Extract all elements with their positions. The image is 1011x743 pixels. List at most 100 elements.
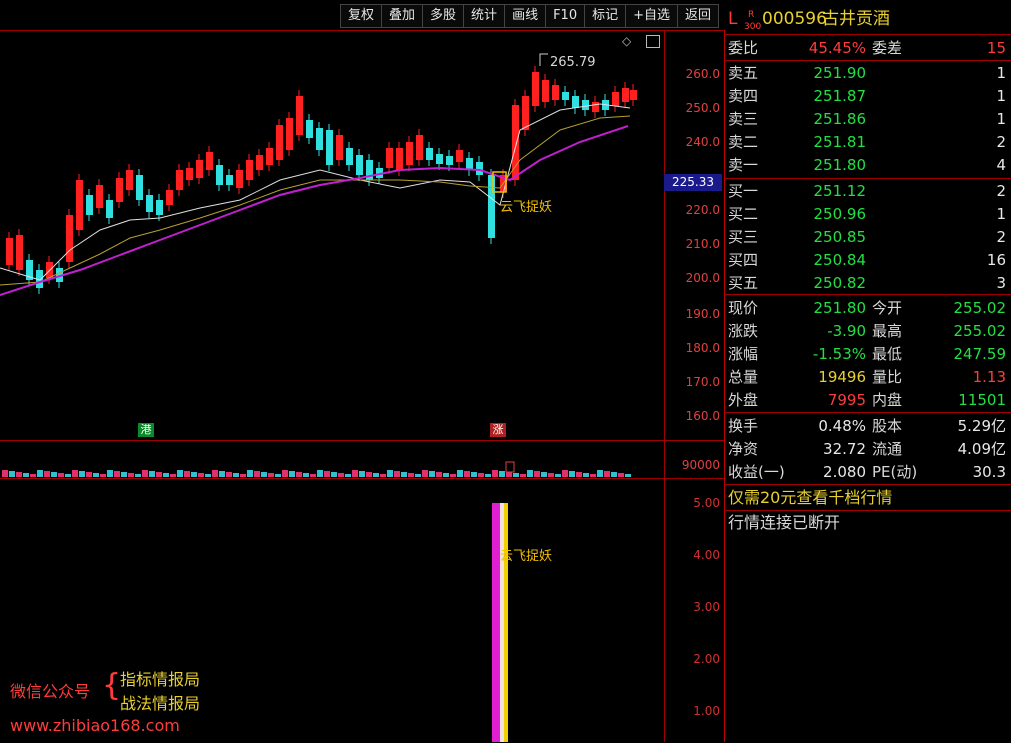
indicator-tick: 4.00: [693, 548, 720, 562]
statistics-button[interactable]: 统计: [463, 4, 505, 28]
bid-row: 买二 250.96 1: [726, 203, 1007, 225]
price-tick: 250.0: [685, 101, 720, 115]
level-price: 251.12: [813, 182, 867, 200]
level-label: 卖四: [728, 87, 759, 105]
stat-value: 7995: [827, 391, 866, 409]
stat-label: 量比: [872, 368, 903, 386]
level-volume: 2: [996, 228, 1006, 246]
ask-row: 卖二 251.81 2: [726, 131, 1007, 153]
candle-body: [236, 170, 243, 188]
volume-bar: [625, 474, 631, 477]
volume-bar: [51, 472, 57, 477]
stat-value: 11501: [958, 391, 1006, 409]
marker-right: 涨: [490, 423, 506, 437]
level-label: 买二: [728, 205, 759, 223]
level-price: 250.82: [813, 274, 867, 292]
candle-body: [156, 200, 163, 215]
volume-bar: [415, 474, 421, 477]
volume-bar: [394, 471, 400, 477]
volume-bar: [191, 472, 197, 477]
candle-body: [542, 80, 549, 102]
overlay-button[interactable]: 叠加: [381, 4, 423, 28]
volume-bar: [401, 472, 407, 477]
candle-body: [612, 92, 619, 106]
fin-value: 5.29亿: [957, 417, 1006, 435]
bid-row: 买四 250.84 16: [726, 249, 1007, 271]
draw-line-button[interactable]: 画线: [504, 4, 546, 28]
stat-row: 涨幅 -1.53% 最低 247.59: [726, 343, 1007, 365]
volume-bar: [471, 472, 477, 477]
weicha-value: 15: [986, 39, 1006, 57]
volume-bar: [184, 471, 190, 477]
price-tick: 170.0: [685, 375, 720, 389]
restore-rights-button[interactable]: 复权: [340, 4, 382, 28]
candle-body: [136, 175, 143, 200]
fin-label: 股本: [872, 417, 903, 435]
level-volume: 1: [996, 87, 1006, 105]
volume-bar: [72, 470, 78, 477]
level-price: 251.81: [813, 133, 867, 151]
fin-label: 流通: [872, 440, 903, 458]
f10-button[interactable]: F10: [545, 4, 585, 28]
kline-chart-area[interactable]: ◇ 260.0 250.0 240.0 220.0 210.0 200.0 19…: [0, 30, 725, 742]
level-price: 251.86: [813, 110, 867, 128]
volume-bar: [429, 471, 435, 477]
volume-bar: [121, 472, 127, 477]
level-price: 251.80: [813, 156, 867, 174]
volume-bar: [268, 473, 274, 477]
volume-bar: [100, 474, 106, 477]
volume-bar: [513, 473, 519, 477]
volume-marker: [505, 461, 515, 473]
level-volume: 4: [996, 156, 1006, 174]
fin-row: 收益(一) 2.080 PE(动) 30.3: [726, 461, 1007, 483]
bid-row: 买三 250.85 2: [726, 226, 1007, 248]
level-price: 251.87: [813, 87, 867, 105]
level-price: 250.96: [813, 205, 867, 223]
candle-body: [226, 175, 233, 185]
volume-bar: [303, 473, 309, 477]
promo-text[interactable]: 仅需20元查看千档行情: [728, 487, 892, 509]
volume-bar: [65, 474, 71, 477]
promo-row[interactable]: 仅需20元查看千档行情: [726, 487, 1007, 509]
volume-bar: [282, 470, 288, 477]
volume-bar: [226, 472, 232, 477]
stat-value: 255.02: [953, 299, 1007, 317]
volume-bar: [443, 473, 449, 477]
volume-bar: [527, 470, 533, 477]
add-watchlist-button[interactable]: +自选: [625, 4, 678, 28]
level-price: 250.85: [813, 228, 867, 246]
fin-value: 30.3: [972, 463, 1006, 481]
candle-body: [276, 125, 283, 160]
multi-stock-button[interactable]: 多股: [422, 4, 464, 28]
back-button[interactable]: 返回: [677, 4, 720, 28]
level-volume: 3: [996, 274, 1006, 292]
stat-label: 内盘: [872, 391, 903, 409]
stat-label: 外盘: [728, 391, 759, 409]
volume-bar: [373, 473, 379, 477]
stock-name: 古井贡酒: [822, 9, 890, 29]
price-tick: 190.0: [685, 307, 720, 321]
stock-code: 000596: [762, 9, 827, 29]
volume-bar: [590, 474, 596, 477]
connection-status: 行情连接已断开: [728, 513, 841, 532]
stat-label: 涨幅: [728, 345, 759, 363]
indicator-tick: 1.00: [693, 704, 720, 718]
candle-body: [106, 200, 113, 218]
candle-body: [476, 162, 483, 175]
high-label: 265.79: [550, 55, 596, 70]
status-row: 行情连接已断开: [726, 512, 1007, 534]
volume-bar: [478, 473, 484, 477]
stat-label: 最低: [872, 345, 903, 363]
candle-body: [296, 96, 303, 135]
mark-button[interactable]: 标记: [584, 4, 626, 28]
level-volume: 2: [996, 133, 1006, 151]
separator: [726, 412, 1011, 413]
volume-bar: [324, 471, 330, 477]
stock-header: L R 300 000596 古井贡酒: [726, 8, 1007, 32]
stat-value: -1.53%: [812, 345, 866, 363]
candle-body: [572, 96, 579, 108]
indicator-bar-yellow: [504, 503, 508, 742]
indicator-label: 云飞捉妖: [500, 549, 552, 564]
volume-tick: 90000: [681, 458, 720, 472]
volume-bar: [142, 470, 148, 477]
